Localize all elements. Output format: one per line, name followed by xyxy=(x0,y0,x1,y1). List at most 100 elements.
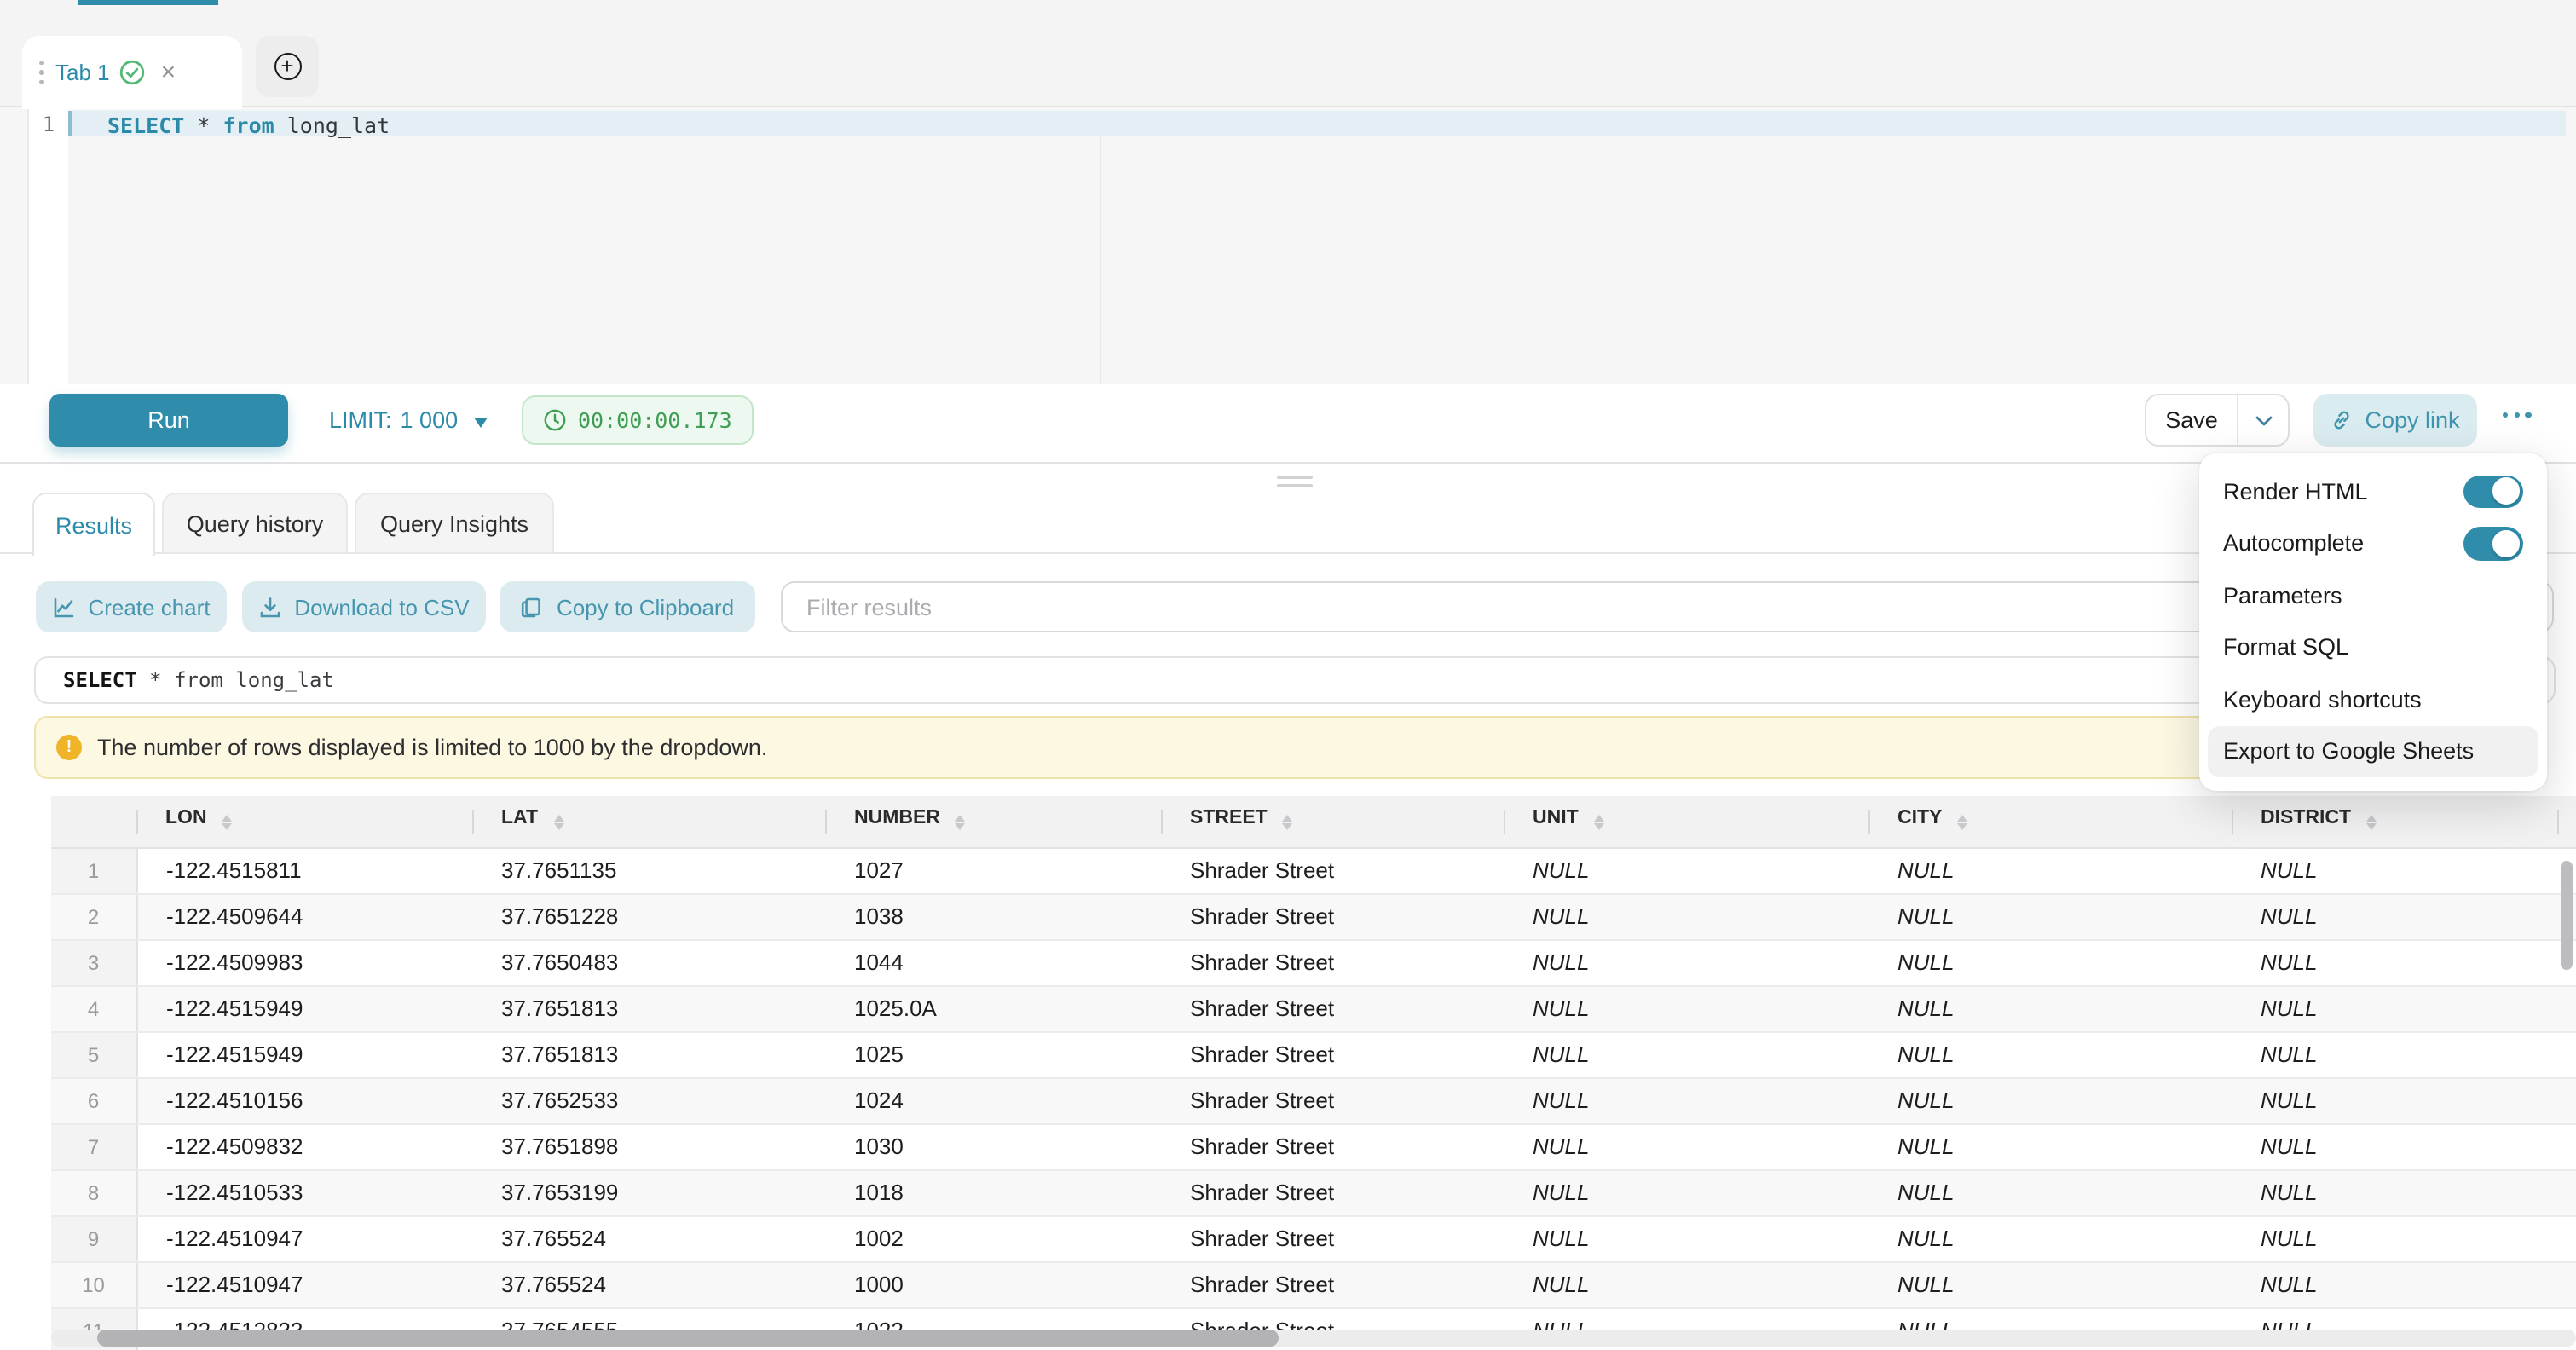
cell[interactable]: 1038 xyxy=(825,893,1161,939)
save-button[interactable]: Save xyxy=(2146,395,2237,445)
cell[interactable]: NULL xyxy=(1868,985,2232,1031)
cell[interactable]: 37.7651898 xyxy=(472,1123,825,1169)
column-header-re[interactable]: RE xyxy=(2557,796,2576,847)
cell[interactable]: NULL xyxy=(1504,1123,1868,1169)
download-csv-button[interactable]: Download to CSV xyxy=(242,581,486,632)
cell[interactable]: NULL xyxy=(2232,1169,2557,1215)
cell[interactable]: NULL xyxy=(1868,1077,2232,1123)
cell[interactable]: NULL xyxy=(1868,1261,2232,1307)
row-number[interactable]: 5 xyxy=(51,1031,136,1077)
cell[interactable]: NULL xyxy=(2232,985,2557,1031)
column-header-city[interactable]: CITY xyxy=(1868,796,2232,847)
cell[interactable]: -122.4510533 xyxy=(136,1169,472,1215)
cell[interactable]: 37.7652533 xyxy=(472,1077,825,1123)
cell[interactable] xyxy=(2557,1031,2576,1077)
cell[interactable]: 37.7653199 xyxy=(472,1169,825,1215)
menu-item-keyboard-shortcuts[interactable]: Keyboard shortcuts xyxy=(2208,673,2538,725)
cell[interactable]: 37.765524 xyxy=(472,1261,825,1307)
cell[interactable]: Shrader Street xyxy=(1161,1031,1504,1077)
cell[interactable] xyxy=(2557,1261,2576,1307)
cell[interactable]: 1027 xyxy=(825,847,1161,893)
row-number[interactable]: 8 xyxy=(51,1169,136,1215)
cell[interactable]: NULL xyxy=(2232,1031,2557,1077)
sql-code-line[interactable]: SELECT * from long_lat xyxy=(107,112,390,138)
cell[interactable]: NULL xyxy=(2232,1077,2557,1123)
cell[interactable]: Shrader Street xyxy=(1161,985,1504,1031)
cell[interactable]: -122.4510947 xyxy=(136,1215,472,1261)
more-options-button[interactable] xyxy=(2496,406,2538,424)
cell[interactable]: 1000 xyxy=(825,1261,1161,1307)
add-tab-button[interactable]: + xyxy=(256,36,319,97)
cell[interactable]: 1025.0A xyxy=(825,985,1161,1031)
menu-item-format-sql[interactable]: Format SQL xyxy=(2208,621,2538,673)
column-header-number[interactable]: NUMBER xyxy=(825,796,1161,847)
save-split-button[interactable]: Save xyxy=(2145,394,2290,447)
menu-item-export-to-google-sheets[interactable]: Export to Google Sheets xyxy=(2208,725,2538,777)
cell[interactable]: NULL xyxy=(1504,1077,1868,1123)
menu-item-render-html[interactable]: Render HTML xyxy=(2208,465,2538,517)
cell[interactable]: -122.4509644 xyxy=(136,893,472,939)
cell[interactable]: 37.7650483 xyxy=(472,939,825,985)
cell[interactable]: NULL xyxy=(2232,939,2557,985)
tab-results[interactable]: Results xyxy=(32,493,155,556)
cell[interactable]: 37.7651813 xyxy=(472,985,825,1031)
cell[interactable]: Shrader Street xyxy=(1161,1077,1504,1123)
copy-clipboard-button[interactable]: Copy to Clipboard xyxy=(500,581,755,632)
cell[interactable]: NULL xyxy=(2232,1123,2557,1169)
cell[interactable]: 37.7651228 xyxy=(472,893,825,939)
tab-query-insights[interactable]: Query Insights xyxy=(355,493,554,554)
cell[interactable]: NULL xyxy=(2232,847,2557,893)
limit-dropdown[interactable]: LIMIT: 1 000 xyxy=(329,394,487,447)
row-number[interactable]: 9 xyxy=(51,1215,136,1261)
cell[interactable]: -122.4515949 xyxy=(136,1031,472,1077)
cell[interactable]: NULL xyxy=(2232,893,2557,939)
cell[interactable]: NULL xyxy=(1868,1169,2232,1215)
cell[interactable] xyxy=(2557,1077,2576,1123)
cell[interactable]: NULL xyxy=(1868,893,2232,939)
row-number[interactable]: 7 xyxy=(51,1123,136,1169)
cell[interactable]: NULL xyxy=(1504,1169,1868,1215)
menu-item-autocomplete[interactable]: Autocomplete xyxy=(2208,517,2538,569)
cell[interactable] xyxy=(2557,1123,2576,1169)
cell[interactable]: NULL xyxy=(1868,1215,2232,1261)
cell[interactable]: 1002 xyxy=(825,1215,1161,1261)
cell[interactable]: Shrader Street xyxy=(1161,1215,1504,1261)
cell[interactable]: NULL xyxy=(1504,893,1868,939)
cell[interactable]: NULL xyxy=(1504,939,1868,985)
query-tab[interactable]: Tab 1 × xyxy=(22,36,242,109)
code-editor[interactable]: 1 SELECT * from long_lat xyxy=(0,107,2576,384)
cell[interactable]: NULL xyxy=(2232,1261,2557,1307)
cell[interactable]: 1025 xyxy=(825,1031,1161,1077)
cell[interactable]: NULL xyxy=(1504,1261,1868,1307)
toggle-switch-on[interactable] xyxy=(2463,527,2523,560)
cell[interactable]: NULL xyxy=(2232,1215,2557,1261)
cell[interactable]: NULL xyxy=(1504,1031,1868,1077)
row-number[interactable]: 2 xyxy=(51,893,136,939)
cell[interactable] xyxy=(2557,1215,2576,1261)
column-header-street[interactable]: STREET xyxy=(1161,796,1504,847)
run-button[interactable]: Run xyxy=(49,394,288,447)
tab-query-history[interactable]: Query history xyxy=(162,493,348,554)
toggle-switch-on[interactable] xyxy=(2463,475,2523,508)
column-header-district[interactable]: DISTRICT xyxy=(2232,796,2557,847)
horizontal-scrollbar-thumb[interactable] xyxy=(97,1330,1279,1347)
pane-resize-handle[interactable] xyxy=(1277,476,1313,491)
close-tab-icon[interactable]: × xyxy=(161,60,176,85)
create-chart-button[interactable]: Create chart xyxy=(36,581,227,632)
cell[interactable]: 37.7651813 xyxy=(472,1031,825,1077)
row-number[interactable]: 6 xyxy=(51,1077,136,1123)
cell[interactable]: 1044 xyxy=(825,939,1161,985)
cell[interactable]: Shrader Street xyxy=(1161,893,1504,939)
cell[interactable]: 1030 xyxy=(825,1123,1161,1169)
cell[interactable]: 1018 xyxy=(825,1169,1161,1215)
vertical-scrollbar[interactable] xyxy=(2561,861,2573,970)
column-header-lat[interactable]: LAT xyxy=(472,796,825,847)
cell[interactable] xyxy=(2557,1169,2576,1215)
cell[interactable]: Shrader Street xyxy=(1161,939,1504,985)
cell[interactable]: Shrader Street xyxy=(1161,847,1504,893)
cell[interactable]: -122.4509983 xyxy=(136,939,472,985)
cell[interactable]: NULL xyxy=(1504,1215,1868,1261)
row-number[interactable]: 1 xyxy=(51,847,136,893)
cell[interactable]: NULL xyxy=(1504,847,1868,893)
cell[interactable]: -122.4509832 xyxy=(136,1123,472,1169)
